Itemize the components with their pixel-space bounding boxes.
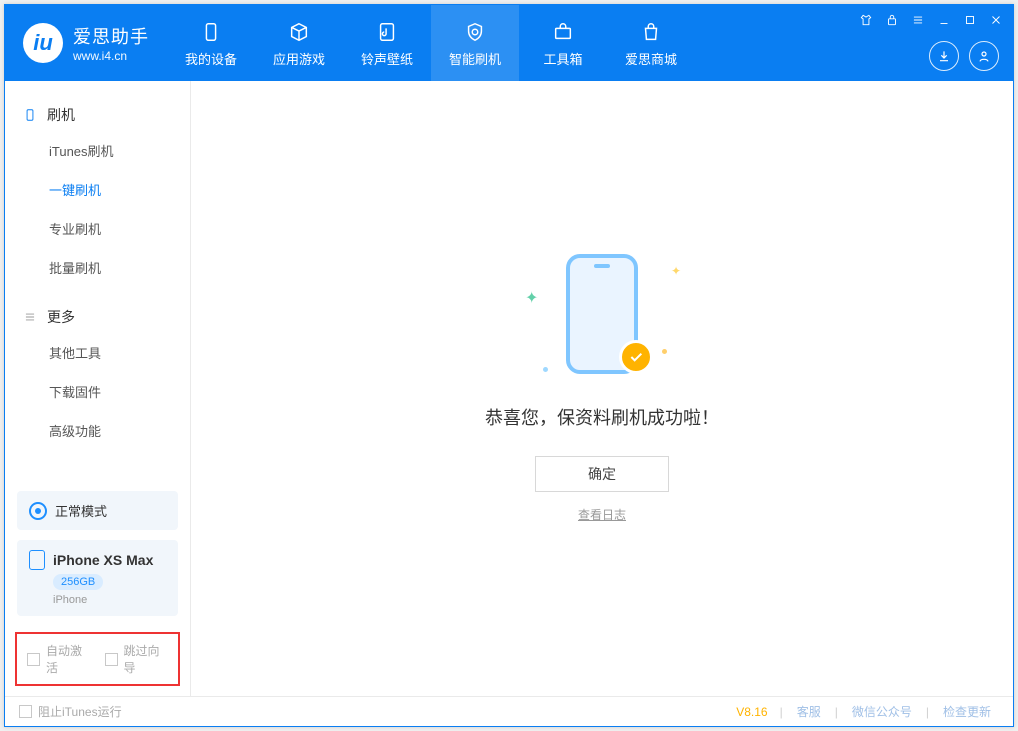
check-badge-icon xyxy=(619,340,653,374)
mode-card[interactable]: 正常模式 xyxy=(17,491,178,530)
nav-label: 铃声壁纸 xyxy=(361,49,413,68)
nav-label: 我的设备 xyxy=(185,49,237,68)
checkbox-icon xyxy=(27,653,40,666)
view-log-link[interactable]: 查看日志 xyxy=(578,506,626,523)
bag-icon xyxy=(638,19,664,45)
footer-link-update[interactable]: 检查更新 xyxy=(935,703,999,720)
checkbox-label: 自动激活 xyxy=(46,642,91,676)
shirt-icon[interactable] xyxy=(857,11,875,29)
nav-smart-flash[interactable]: 智能刷机 xyxy=(431,5,519,81)
footer: 阻止iTunes运行 V8.16 | 客服 | 微信公众号 | 检查更新 xyxy=(5,696,1013,726)
nav-store[interactable]: 爱思商城 xyxy=(607,5,695,81)
logo-icon: iu xyxy=(23,23,63,63)
body: 刷机 iTunes刷机 一键刷机 专业刷机 批量刷机 更多 其他工具 下载固件 … xyxy=(5,81,1013,696)
success-illustration: ✦ ✦ xyxy=(517,254,687,386)
sidebar-scroll: 刷机 iTunes刷机 一键刷机 专业刷机 批量刷机 更多 其他工具 下载固件 … xyxy=(5,81,190,481)
device-card[interactable]: iPhone XS Max 256GB iPhone xyxy=(17,540,178,616)
sidebar-item-batch-flash[interactable]: 批量刷机 xyxy=(5,248,190,287)
toolbox-icon xyxy=(550,19,576,45)
nav-apps-games[interactable]: 应用游戏 xyxy=(255,5,343,81)
lock-icon[interactable] xyxy=(883,11,901,29)
ok-button[interactable]: 确定 xyxy=(535,456,669,492)
header-right xyxy=(929,41,999,71)
device-capacity: 256GB xyxy=(53,574,103,590)
nav-my-device[interactable]: 我的设备 xyxy=(167,5,255,81)
mode-icon xyxy=(29,502,47,520)
shield-refresh-icon xyxy=(462,19,488,45)
checkbox-block-itunes[interactable]: 阻止iTunes运行 xyxy=(19,703,122,720)
footer-link-support[interactable]: 客服 xyxy=(789,703,829,720)
user-button[interactable] xyxy=(969,41,999,71)
close-button[interactable] xyxy=(987,11,1005,29)
sidebar-group-more[interactable]: 更多 xyxy=(5,301,190,333)
maximize-button[interactable] xyxy=(961,11,979,29)
group-title: 刷机 xyxy=(47,105,75,125)
top-nav: 我的设备 应用游戏 铃声壁纸 智能刷机 工具箱 爱思商城 xyxy=(167,5,695,81)
nav-label: 应用游戏 xyxy=(273,49,325,68)
footer-link-wechat[interactable]: 微信公众号 xyxy=(844,703,920,720)
sidebar-group-flash[interactable]: 刷机 xyxy=(5,99,190,131)
logo[interactable]: iu 爱思助手 www.i4.cn xyxy=(5,5,167,81)
device-name: iPhone XS Max xyxy=(53,552,153,568)
nav-label: 智能刷机 xyxy=(449,49,501,68)
nav-label: 爱思商城 xyxy=(625,49,677,68)
checkbox-icon xyxy=(105,653,118,666)
minimize-button[interactable] xyxy=(935,11,953,29)
logo-text: 爱思助手 www.i4.cn xyxy=(73,23,149,63)
footer-left: 阻止iTunes运行 xyxy=(19,703,728,720)
device-icon xyxy=(198,19,224,45)
window-controls xyxy=(857,11,1005,29)
phone-icon xyxy=(23,108,37,122)
checkbox-auto-activate[interactable]: 自动激活 xyxy=(27,642,91,676)
device-icon xyxy=(29,550,45,570)
main-content: ✦ ✦ 恭喜您，保资料刷机成功啦！ 确定 查看日志 xyxy=(191,81,1013,696)
download-button[interactable] xyxy=(929,41,959,71)
footer-right: V8.16 | 客服 | 微信公众号 | 检查更新 xyxy=(736,703,999,720)
menu-icon[interactable] xyxy=(909,11,927,29)
sidebar-item-itunes-flash[interactable]: iTunes刷机 xyxy=(5,131,190,170)
nav-ringtones-wallpapers[interactable]: 铃声壁纸 xyxy=(343,5,431,81)
app-window: iu 爱思助手 www.i4.cn 我的设备 应用游戏 铃声壁纸 智能刷机 xyxy=(4,4,1014,727)
checkbox-skip-guide[interactable]: 跳过向导 xyxy=(105,642,169,676)
success-message: 恭喜您，保资料刷机成功啦！ xyxy=(485,404,719,430)
highlighted-options: 自动激活 跳过向导 xyxy=(15,632,180,686)
checkbox-icon xyxy=(19,705,32,718)
sidebar-item-pro-flash[interactable]: 专业刷机 xyxy=(5,209,190,248)
nav-label: 工具箱 xyxy=(543,49,582,68)
list-icon xyxy=(23,310,37,324)
sidebar-item-download-firmware[interactable]: 下载固件 xyxy=(5,372,190,411)
version-label: V8.16 xyxy=(736,705,767,719)
checkbox-label: 跳过向导 xyxy=(124,642,169,676)
group-title: 更多 xyxy=(47,307,75,327)
sidebar: 刷机 iTunes刷机 一键刷机 专业刷机 批量刷机 更多 其他工具 下载固件 … xyxy=(5,81,191,696)
mode-label: 正常模式 xyxy=(55,501,107,520)
cube-icon xyxy=(286,19,312,45)
sidebar-item-other-tools[interactable]: 其他工具 xyxy=(5,333,190,372)
app-url: www.i4.cn xyxy=(73,49,149,63)
app-name: 爱思助手 xyxy=(73,23,149,49)
header: iu 爱思助手 www.i4.cn 我的设备 应用游戏 铃声壁纸 智能刷机 xyxy=(5,5,1013,81)
sidebar-item-oneclick-flash[interactable]: 一键刷机 xyxy=(5,170,190,209)
sidebar-item-advanced[interactable]: 高级功能 xyxy=(5,411,190,450)
nav-toolbox[interactable]: 工具箱 xyxy=(519,5,607,81)
sidebar-bottom: 正常模式 iPhone XS Max 256GB iPhone xyxy=(5,481,190,626)
checkbox-label: 阻止iTunes运行 xyxy=(38,703,122,720)
music-icon xyxy=(374,19,400,45)
device-type: iPhone xyxy=(53,594,87,606)
